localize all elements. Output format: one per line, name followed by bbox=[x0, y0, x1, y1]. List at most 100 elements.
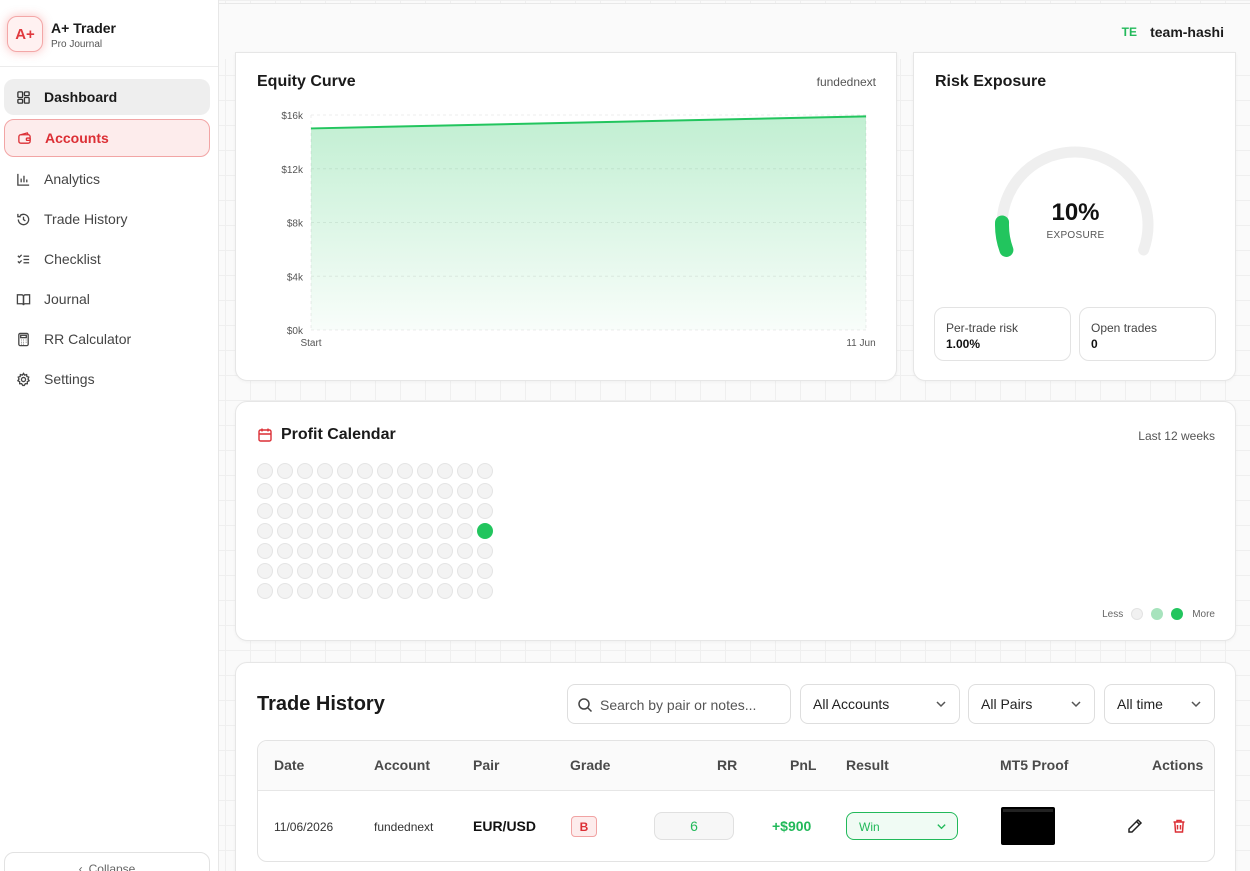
calendar-day-cell[interactable] bbox=[297, 563, 313, 579]
result-select[interactable]: Win bbox=[846, 812, 958, 840]
calendar-day-cell[interactable] bbox=[357, 463, 373, 479]
search-input[interactable] bbox=[600, 694, 780, 716]
nav-item-settings[interactable]: Settings bbox=[4, 361, 210, 397]
calendar-day-cell[interactable] bbox=[477, 583, 493, 599]
team-name[interactable]: team-hashi bbox=[1150, 24, 1224, 40]
calendar-day-cell[interactable] bbox=[457, 483, 473, 499]
calendar-day-cell[interactable] bbox=[337, 503, 353, 519]
nav-item-dashboard[interactable]: Dashboard bbox=[4, 79, 210, 115]
calendar-day-cell[interactable] bbox=[297, 503, 313, 519]
calendar-day-cell[interactable] bbox=[477, 503, 493, 519]
column-header-account[interactable]: Account bbox=[374, 757, 430, 773]
calendar-day-cell[interactable] bbox=[337, 463, 353, 479]
calendar-day-cell[interactable] bbox=[437, 543, 453, 559]
column-header-grade[interactable]: Grade bbox=[570, 757, 610, 773]
calendar-day-cell[interactable] bbox=[397, 463, 413, 479]
calendar-day-cell[interactable] bbox=[397, 583, 413, 599]
calendar-day-cell[interactable] bbox=[457, 563, 473, 579]
column-header-result[interactable]: Result bbox=[846, 757, 889, 773]
calendar-day-cell[interactable] bbox=[437, 583, 453, 599]
calendar-day-cell[interactable] bbox=[457, 523, 473, 539]
calendar-day-cell[interactable] bbox=[277, 563, 293, 579]
calendar-day-cell[interactable] bbox=[457, 463, 473, 479]
calendar-day-cell[interactable] bbox=[277, 543, 293, 559]
trash-icon[interactable] bbox=[1171, 818, 1187, 834]
app-logo[interactable]: A+ bbox=[7, 16, 43, 52]
calendar-day-cell[interactable] bbox=[277, 463, 293, 479]
calendar-day-cell[interactable] bbox=[477, 543, 493, 559]
calendar-day-cell[interactable] bbox=[317, 563, 333, 579]
calendar-day-cell[interactable] bbox=[257, 483, 273, 499]
calendar-day-cell[interactable] bbox=[457, 543, 473, 559]
calendar-day-cell[interactable] bbox=[477, 523, 493, 539]
calendar-day-cell[interactable] bbox=[417, 503, 433, 519]
column-header-date[interactable]: Date bbox=[274, 757, 304, 773]
calendar-day-cell[interactable] bbox=[277, 483, 293, 499]
calendar-day-cell[interactable] bbox=[297, 583, 313, 599]
calendar-day-cell[interactable] bbox=[357, 503, 373, 519]
column-header-mt5-proof[interactable]: MT5 Proof bbox=[1000, 757, 1068, 773]
calendar-day-cell[interactable] bbox=[437, 523, 453, 539]
nav-item-analytics[interactable]: Analytics bbox=[4, 161, 210, 197]
calendar-day-cell[interactable] bbox=[277, 523, 293, 539]
calendar-day-cell[interactable] bbox=[257, 463, 273, 479]
calendar-day-cell[interactable] bbox=[317, 503, 333, 519]
calendar-day-cell[interactable] bbox=[317, 583, 333, 599]
calendar-day-cell[interactable] bbox=[477, 463, 493, 479]
calendar-day-cell[interactable] bbox=[277, 503, 293, 519]
calendar-day-cell[interactable] bbox=[417, 543, 433, 559]
calendar-day-cell[interactable] bbox=[357, 543, 373, 559]
calendar-day-cell[interactable] bbox=[377, 483, 393, 499]
calendar-day-cell[interactable] bbox=[357, 523, 373, 539]
calendar-day-cell[interactable] bbox=[397, 543, 413, 559]
calendar-day-cell[interactable] bbox=[377, 583, 393, 599]
calendar-day-cell[interactable] bbox=[417, 463, 433, 479]
calendar-day-cell[interactable] bbox=[317, 463, 333, 479]
calendar-day-cell[interactable] bbox=[357, 563, 373, 579]
calendar-day-cell[interactable] bbox=[437, 563, 453, 579]
calendar-day-cell[interactable] bbox=[397, 483, 413, 499]
nav-item-checklist[interactable]: Checklist bbox=[4, 241, 210, 277]
calendar-day-cell[interactable] bbox=[257, 523, 273, 539]
time-filter-select[interactable]: All time bbox=[1104, 684, 1215, 724]
calendar-day-cell[interactable] bbox=[297, 543, 313, 559]
calendar-day-cell[interactable] bbox=[297, 523, 313, 539]
edit-icon[interactable] bbox=[1127, 818, 1143, 834]
calendar-day-cell[interactable] bbox=[377, 463, 393, 479]
calendar-day-cell[interactable] bbox=[417, 483, 433, 499]
calendar-day-cell[interactable] bbox=[397, 563, 413, 579]
trade-search-box[interactable] bbox=[567, 684, 791, 724]
nav-item-rr-calculator[interactable]: RR Calculator bbox=[4, 321, 210, 357]
calendar-day-cell[interactable] bbox=[397, 503, 413, 519]
calendar-day-cell[interactable] bbox=[357, 483, 373, 499]
calendar-day-cell[interactable] bbox=[317, 543, 333, 559]
calendar-day-cell[interactable] bbox=[357, 583, 373, 599]
pair-filter-select[interactable]: All Pairs bbox=[968, 684, 1095, 724]
account-filter-select[interactable]: All Accounts bbox=[800, 684, 960, 724]
calendar-day-cell[interactable] bbox=[477, 563, 493, 579]
calendar-day-cell[interactable] bbox=[297, 483, 313, 499]
calendar-day-cell[interactable] bbox=[337, 563, 353, 579]
calendar-day-cell[interactable] bbox=[477, 483, 493, 499]
calendar-day-cell[interactable] bbox=[397, 523, 413, 539]
calendar-day-cell[interactable] bbox=[317, 483, 333, 499]
nav-item-trade-history[interactable]: Trade History bbox=[4, 201, 210, 237]
calendar-day-cell[interactable] bbox=[297, 463, 313, 479]
calendar-day-cell[interactable] bbox=[257, 503, 273, 519]
calendar-day-cell[interactable] bbox=[417, 563, 433, 579]
column-header-rr[interactable]: RR bbox=[717, 757, 737, 773]
team-initials-badge[interactable]: TE bbox=[1122, 25, 1137, 39]
rr-value[interactable]: 6 bbox=[654, 812, 734, 840]
calendar-day-cell[interactable] bbox=[377, 503, 393, 519]
column-header-pnl[interactable]: PnL bbox=[790, 757, 816, 773]
calendar-day-cell[interactable] bbox=[337, 523, 353, 539]
calendar-day-cell[interactable] bbox=[437, 503, 453, 519]
calendar-day-cell[interactable] bbox=[257, 543, 273, 559]
collapse-sidebar-button[interactable]: ‹ Collapse bbox=[4, 852, 210, 871]
calendar-day-cell[interactable] bbox=[257, 583, 273, 599]
calendar-day-cell[interactable] bbox=[417, 583, 433, 599]
column-header-pair[interactable]: Pair bbox=[473, 757, 499, 773]
calendar-day-cell[interactable] bbox=[377, 523, 393, 539]
calendar-day-cell[interactable] bbox=[457, 503, 473, 519]
mt5-proof-thumbnail[interactable] bbox=[1001, 807, 1055, 845]
